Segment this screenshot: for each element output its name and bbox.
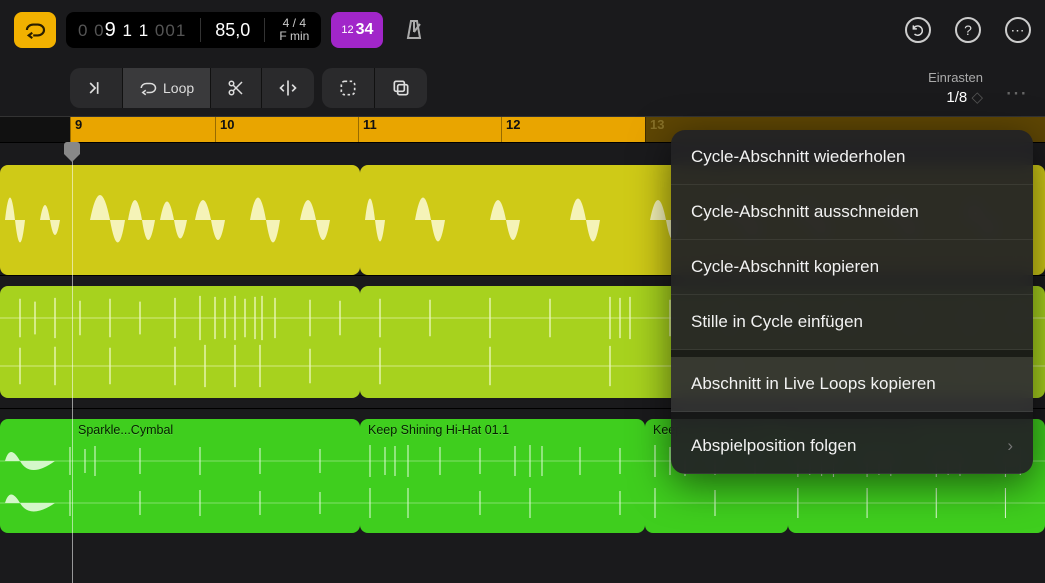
- copy-tool[interactable]: [375, 68, 427, 108]
- menu-item-label: Abspielposition folgen: [691, 436, 856, 456]
- bar-marker: 12: [501, 117, 520, 142]
- audio-region[interactable]: [0, 286, 360, 398]
- countin-button[interactable]: 12123434: [331, 12, 383, 48]
- time-sig-key[interactable]: 4 / 4 F min: [279, 17, 309, 43]
- menu-follow-playhead[interactable]: Abspielposition folgen ›: [671, 419, 1033, 474]
- menu-separator: [671, 412, 1033, 419]
- tempo-display[interactable]: 85,0: [215, 20, 250, 41]
- split-tool[interactable]: [262, 68, 314, 108]
- snap-label: Einrasten: [928, 70, 983, 85]
- menu-separator: [671, 350, 1033, 357]
- bar-marker: 13: [645, 117, 664, 142]
- menu-cycle-cut[interactable]: Cycle-Abschnitt ausschneiden: [671, 185, 1033, 240]
- context-menu: Cycle-Abschnitt wiederholen Cycle-Abschn…: [671, 130, 1033, 474]
- audio-region[interactable]: Sparkle...Cymbal: [0, 419, 360, 533]
- toolbar-overflow[interactable]: ⋯: [1005, 80, 1027, 106]
- lcd-display[interactable]: 0 09 1 1 001 85,0 4 / 4 F min: [66, 12, 321, 48]
- undo-button[interactable]: [905, 17, 931, 43]
- region-label: Sparkle...Cymbal: [78, 423, 173, 437]
- bar-marker: 11: [358, 117, 377, 142]
- loop-tool[interactable]: Loop: [123, 68, 211, 108]
- menu-copy-to-live-loops[interactable]: Abschnitt in Live Loops kopieren: [671, 357, 1033, 412]
- playhead-position: 0 09 1 1 001: [78, 19, 186, 42]
- scissors-tool[interactable]: [211, 68, 262, 108]
- bar-marker: 10: [215, 117, 234, 142]
- cycle-toggle[interactable]: [14, 12, 56, 48]
- insert-marker-tool[interactable]: [70, 68, 123, 108]
- snap-value: 1/8: [946, 89, 967, 106]
- metronome-button[interactable]: [393, 12, 435, 48]
- menu-cycle-copy[interactable]: Cycle-Abschnitt kopieren: [671, 240, 1033, 295]
- help-button[interactable]: ?: [955, 17, 981, 43]
- loop-tool-label: Loop: [163, 80, 194, 96]
- chevron-right-icon: ›: [1007, 436, 1013, 456]
- audio-region[interactable]: [0, 165, 360, 275]
- menu-cycle-silence[interactable]: Stille in Cycle einfügen: [671, 295, 1033, 350]
- bar-marker: 9: [70, 117, 82, 142]
- more-button[interactable]: ⋯: [1005, 17, 1031, 43]
- audio-region[interactable]: [360, 165, 720, 275]
- marquee-tool[interactable]: [322, 68, 375, 108]
- audio-region[interactable]: Keep Shining Hi-Hat 01.1: [360, 419, 645, 533]
- menu-cycle-repeat[interactable]: Cycle-Abschnitt wiederholen: [671, 130, 1033, 185]
- region-label: Keep Shining Hi-Hat 01.1: [368, 423, 509, 437]
